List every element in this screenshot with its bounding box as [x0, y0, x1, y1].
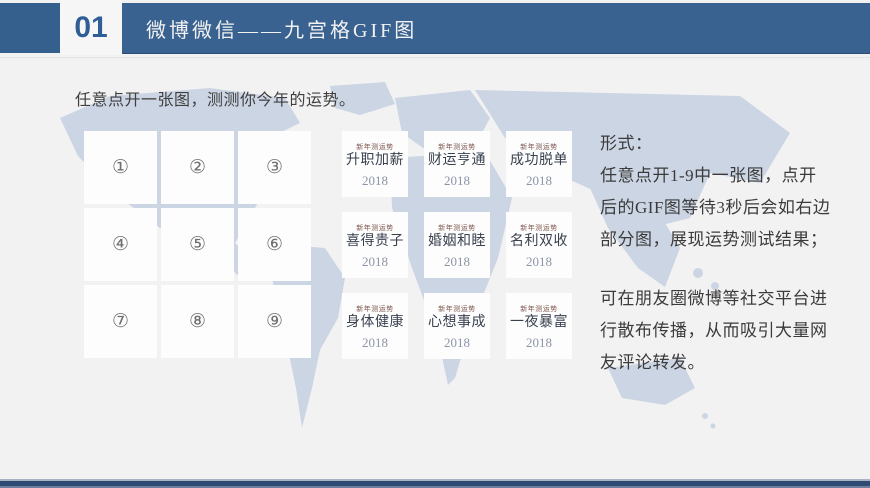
text-line: 行散布传播，从而吸引大量网 [600, 315, 858, 347]
number-card-1[interactable]: ① [84, 131, 157, 204]
fortune-tag: 新年测运势 [438, 305, 476, 313]
fortune-name: 心想事成 [428, 315, 486, 331]
fortune-name: 一夜暴富 [510, 315, 568, 331]
fortune-tag: 新年测运势 [438, 143, 476, 151]
intro-text: 任意点开一张图，测测你今年的运势。 [75, 86, 356, 110]
description-panel: 形式： 任意点开1-9中一张图，点开 后的GIF图等待3秒后会如右边 部分图，展… [600, 128, 858, 379]
panel-heading: 形式： [600, 128, 858, 160]
number-label: ② [189, 156, 206, 179]
fortune-tag: 新年测运势 [438, 224, 476, 232]
number-card-4[interactable]: ④ [84, 208, 157, 281]
fortune-year: 2018 [444, 335, 470, 350]
fortune-name: 身体健康 [346, 315, 404, 331]
fortune-year: 2018 [362, 335, 388, 350]
fortune-card-6[interactable]: 新年测运势 名利双收 2018 [506, 212, 572, 278]
fortune-name: 喜得贵子 [346, 234, 404, 250]
text-line: 任意点开1-9中一张图，点开 [600, 160, 858, 192]
fortune-year: 2018 [526, 254, 552, 269]
number-label: ⑥ [266, 233, 283, 256]
fortune-name: 升职加薪 [346, 153, 404, 169]
page-title: 微博微信——九宫格GIF图 [146, 14, 417, 43]
fortune-year: 2018 [444, 254, 470, 269]
fortune-card-9[interactable]: 新年测运势 一夜暴富 2018 [506, 293, 572, 359]
number-card-6[interactable]: ⑥ [238, 208, 311, 281]
number-grid: ① ② ③ ④ ⑤ ⑥ ⑦ ⑧ ⑨ [84, 131, 311, 358]
fortune-tag: 新年测运势 [520, 224, 558, 232]
fortune-year: 2018 [526, 335, 552, 350]
footer-bar [0, 479, 870, 488]
text-line: 友评论转发。 [600, 347, 858, 379]
header-divider [0, 57, 870, 58]
text-line: 后的GIF图等待3秒后会如右边 [600, 192, 858, 224]
text-line: 部分图，展现运势测试结果； [600, 224, 858, 256]
fortune-card-7[interactable]: 新年测运势 身体健康 2018 [342, 293, 408, 359]
number-label: ⑦ [112, 310, 129, 333]
header-title-bar: 微博微信——九宫格GIF图 [122, 3, 870, 54]
number-label: ⑨ [266, 310, 283, 333]
number-label: ⑤ [189, 233, 206, 256]
fortune-year: 2018 [526, 173, 552, 188]
fortune-tag: 新年测运势 [356, 224, 394, 232]
number-label: ④ [112, 233, 129, 256]
fortune-name: 婚姻和睦 [428, 234, 486, 250]
presentation-slide: 01 微博微信——九宫格GIF图 任意点开一张图，测测你今年的运势。 ① ② ③… [0, 0, 870, 488]
fortune-card-1[interactable]: 新年测运势 升职加薪 2018 [342, 131, 408, 197]
fortune-name: 成功脱单 [510, 153, 568, 169]
fortune-card-5[interactable]: 新年测运势 婚姻和睦 2018 [424, 212, 490, 278]
fortune-card-2[interactable]: 新年测运势 财运亨通 2018 [424, 131, 490, 197]
header-accent-block [0, 3, 60, 53]
number-label: ① [112, 156, 129, 179]
fortune-card-8[interactable]: 新年测运势 心想事成 2018 [424, 293, 490, 359]
number-label: ③ [266, 156, 283, 179]
number-card-8[interactable]: ⑧ [161, 285, 234, 358]
number-card-7[interactable]: ⑦ [84, 285, 157, 358]
fortune-card-4[interactable]: 新年测运势 喜得贵子 2018 [342, 212, 408, 278]
fortune-name: 财运亨通 [428, 153, 486, 169]
number-card-9[interactable]: ⑨ [238, 285, 311, 358]
fortune-tag: 新年测运势 [356, 305, 394, 313]
fortune-card-3[interactable]: 新年测运势 成功脱单 2018 [506, 131, 572, 197]
text-line: 可在朋友圈微博等社交平台进 [600, 283, 858, 315]
number-card-3[interactable]: ③ [238, 131, 311, 204]
panel-paragraph-2: 可在朋友圈微博等社交平台进 行散布传播，从而吸引大量网 友评论转发。 [600, 283, 858, 379]
fortune-year: 2018 [444, 173, 470, 188]
fortune-tag: 新年测运势 [520, 143, 558, 151]
number-label: ⑧ [189, 310, 206, 333]
fortune-tag: 新年测运势 [356, 143, 394, 151]
panel-paragraph-1: 任意点开1-9中一张图，点开 后的GIF图等待3秒后会如右边 部分图，展现运势测… [600, 160, 858, 256]
fortune-year: 2018 [362, 173, 388, 188]
number-card-2[interactable]: ② [161, 131, 234, 204]
fortune-tag: 新年测运势 [520, 305, 558, 313]
fortune-grid: 新年测运势 升职加薪 2018 新年测运势 财运亨通 2018 新年测运势 成功… [342, 131, 572, 359]
fortune-name: 名利双收 [510, 234, 568, 250]
number-card-5[interactable]: ⑤ [161, 208, 234, 281]
fortune-year: 2018 [362, 254, 388, 269]
section-number: 01 [60, 0, 122, 55]
